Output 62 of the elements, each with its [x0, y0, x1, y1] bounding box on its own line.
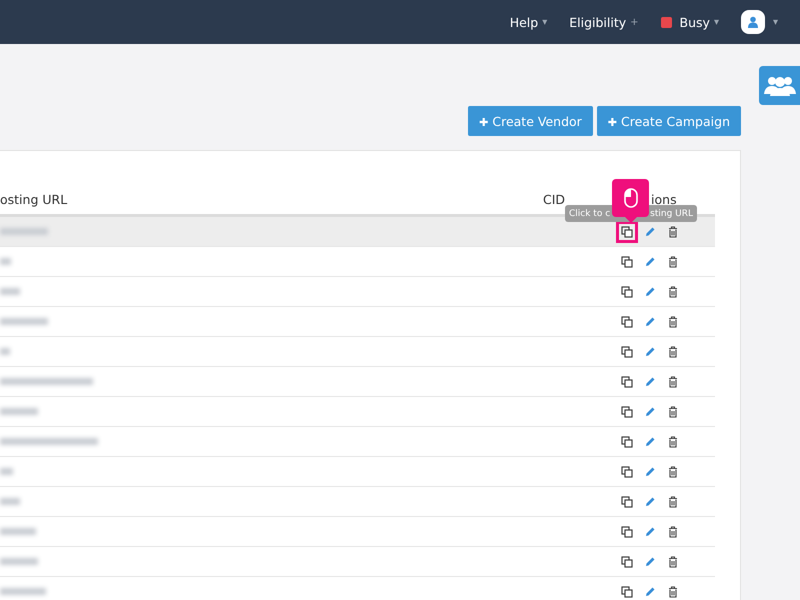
delete-icon[interactable]	[667, 406, 679, 418]
edit-icon[interactable]	[644, 556, 656, 568]
delete-icon[interactable]	[667, 496, 679, 508]
redacted-text	[0, 498, 20, 505]
eligibility-menu[interactable]: Eligibility +	[569, 14, 639, 30]
help-menu[interactable]: Help ▾	[510, 14, 548, 30]
edit-icon[interactable]	[644, 226, 656, 238]
delete-icon[interactable]	[667, 526, 679, 538]
column-header: osting URL	[0, 192, 68, 207]
tooltip-text: sting URL	[650, 208, 693, 218]
copy-icon[interactable]	[621, 436, 633, 448]
delete-icon[interactable]	[667, 256, 679, 268]
redacted-text	[0, 258, 11, 265]
edit-icon[interactable]	[644, 286, 656, 298]
edit-icon[interactable]	[644, 436, 656, 448]
copy-icon[interactable]	[621, 586, 633, 598]
edit-icon[interactable]	[644, 256, 656, 268]
redacted-text	[0, 348, 10, 355]
delete-icon[interactable]	[667, 286, 679, 298]
delete-icon[interactable]	[667, 376, 679, 388]
delete-icon[interactable]	[667, 586, 679, 598]
redacted-text	[0, 408, 38, 415]
copy-icon[interactable]	[621, 346, 633, 358]
column-header: CID	[543, 192, 566, 207]
redacted-text	[0, 288, 20, 295]
copy-icon[interactable]	[621, 256, 633, 268]
copy-icon[interactable]	[621, 466, 633, 478]
mouse-icon	[624, 188, 638, 208]
column-header: ions	[651, 192, 677, 207]
tooltip-text: Click to c	[569, 208, 610, 218]
redacted-text	[0, 588, 46, 595]
status-menu[interactable]: Busy ▾	[660, 14, 719, 30]
edit-icon[interactable]	[644, 466, 656, 478]
delete-icon[interactable]	[667, 436, 679, 448]
delete-icon[interactable]	[667, 316, 679, 328]
edit-icon[interactable]	[644, 496, 656, 508]
copy-icon[interactable]	[621, 376, 633, 388]
edit-icon[interactable]	[644, 406, 656, 418]
redacted-text	[0, 468, 13, 475]
delete-icon[interactable]	[667, 346, 679, 358]
copy-icon[interactable]	[621, 526, 633, 538]
users-icon	[762, 74, 796, 96]
redacted-text	[0, 228, 48, 235]
delete-icon[interactable]	[667, 556, 679, 568]
edit-icon[interactable]	[644, 346, 656, 358]
user-icon	[746, 16, 759, 28]
edit-icon[interactable]	[644, 376, 656, 388]
redacted-text	[0, 318, 48, 325]
copy-icon[interactable]	[621, 406, 633, 418]
redacted-text	[0, 558, 38, 565]
copy-icon[interactable]	[621, 316, 633, 328]
edit-icon[interactable]	[644, 586, 656, 598]
copy-icon[interactable]	[621, 496, 633, 508]
copy-icon[interactable]	[621, 286, 633, 298]
delete-icon[interactable]	[667, 466, 679, 478]
edit-icon[interactable]	[644, 526, 656, 538]
redacted-text	[0, 528, 36, 535]
edit-icon[interactable]	[644, 316, 656, 328]
copy-icon[interactable]	[621, 556, 633, 568]
copy-icon[interactable]	[621, 226, 633, 238]
delete-icon[interactable]	[667, 226, 679, 238]
team-button[interactable]	[759, 66, 800, 105]
